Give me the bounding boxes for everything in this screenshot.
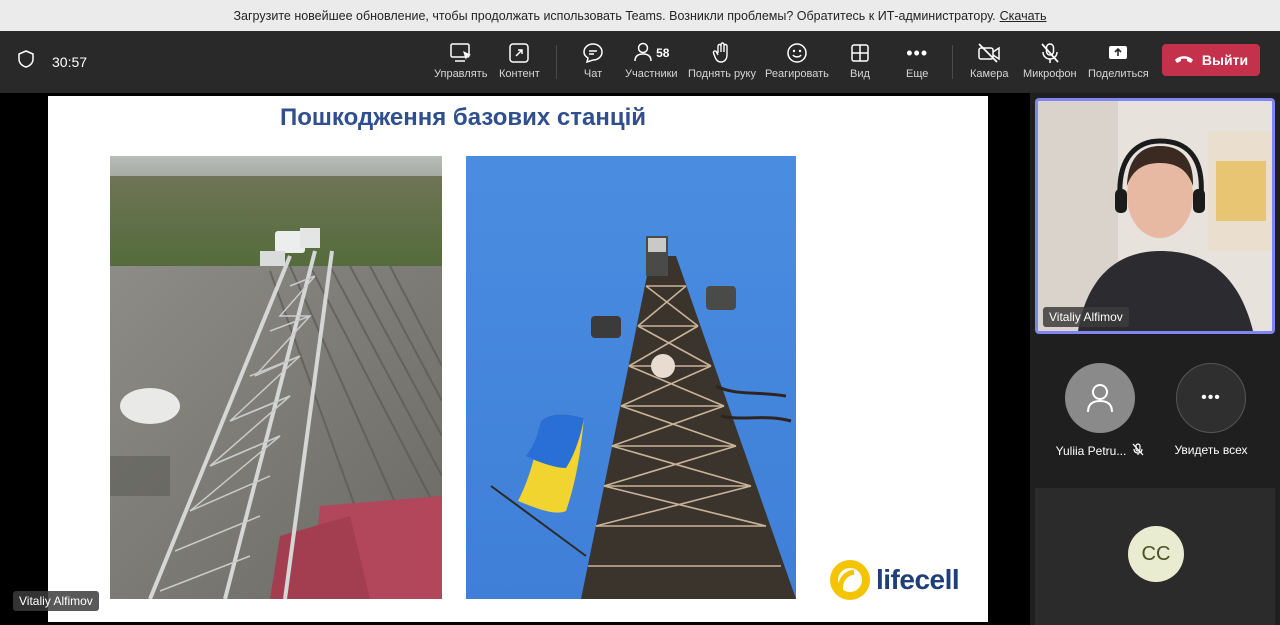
meeting-toolbar: 30:57 Управлять Контент Чат 58 Участники bbox=[0, 31, 1280, 93]
cc-avatar: CC bbox=[1128, 526, 1184, 582]
shield-icon[interactable] bbox=[18, 50, 34, 73]
monitor-pointer-icon bbox=[449, 41, 473, 65]
leave-label: Выйти bbox=[1201, 52, 1249, 68]
view-button[interactable]: Вид bbox=[850, 41, 870, 80]
update-banner: Загрузите новейшее обновление, чтобы про… bbox=[0, 0, 1280, 31]
lifecell-mark-icon bbox=[830, 560, 870, 600]
more-label: Еще bbox=[906, 68, 929, 80]
view-label: Вид bbox=[850, 68, 870, 80]
toolbar-divider bbox=[556, 45, 557, 79]
chat-label: Чат bbox=[583, 68, 603, 80]
share-content-icon bbox=[508, 41, 530, 65]
smiley-icon bbox=[786, 41, 808, 65]
download-link[interactable]: Скачать bbox=[1000, 9, 1047, 23]
presentation-slide: Пошкодження базових станцій lifecell bbox=[48, 96, 988, 622]
participants-button[interactable]: 58 Участники bbox=[625, 41, 678, 80]
participant-video-tile[interactable]: Vitaliy Alfimov bbox=[1035, 98, 1275, 334]
more-button[interactable]: ••• Еще bbox=[906, 41, 929, 81]
toolbar-divider-2 bbox=[952, 45, 953, 79]
content-button[interactable]: Контент bbox=[499, 41, 540, 80]
hang-up-icon bbox=[1174, 52, 1194, 68]
content-label: Контент bbox=[499, 68, 540, 80]
leave-button[interactable]: Выйти bbox=[1162, 44, 1260, 76]
see-all-button[interactable]: ••• Увидеть всех bbox=[1164, 363, 1258, 457]
grid-view-icon bbox=[850, 41, 870, 65]
shared-content-stage: Пошкодження базових станцій lifecell Vit… bbox=[0, 93, 1030, 625]
raise-hand-label: Поднять руку bbox=[688, 68, 756, 80]
raise-hand-button[interactable]: Поднять руку bbox=[688, 41, 756, 80]
react-button[interactable]: Реагировать bbox=[765, 41, 829, 80]
see-all-label: Увидеть всех bbox=[1174, 443, 1248, 457]
mic-off-icon bbox=[1040, 41, 1060, 65]
presenter-name-tag: Vitaliy Alfimov bbox=[13, 591, 99, 611]
lifecell-brand: lifecell bbox=[876, 564, 960, 595]
mic-button[interactable]: Микрофон bbox=[1023, 41, 1077, 80]
camera-label: Камера bbox=[970, 68, 1009, 80]
react-label: Реагировать bbox=[765, 68, 829, 80]
chat-button[interactable]: Чат bbox=[582, 41, 604, 80]
video-name-tag: Vitaliy Alfimov bbox=[1043, 307, 1129, 327]
tower-with-flag-photo bbox=[466, 156, 796, 599]
camera-button[interactable]: Камера bbox=[970, 41, 1008, 80]
participants-label: Участники bbox=[625, 68, 678, 80]
manage-label: Управлять bbox=[434, 68, 488, 80]
mic-muted-icon bbox=[1132, 443, 1144, 459]
ellipsis-icon: ••• bbox=[1201, 389, 1221, 406]
ellipsis-icon: ••• bbox=[906, 42, 929, 63]
slide-title: Пошкодження базових станцій bbox=[280, 104, 646, 131]
collapsed-tower-photo bbox=[110, 156, 442, 599]
participant-panel: Vitaliy Alfimov Yuliia Petru... ••• Увид… bbox=[1030, 93, 1280, 625]
manage-button[interactable]: Управлять bbox=[434, 41, 487, 80]
ellipsis-avatar: ••• bbox=[1176, 363, 1246, 433]
chat-icon bbox=[582, 41, 604, 65]
update-message: Загрузите новейшее обновление, чтобы про… bbox=[233, 8, 996, 23]
mic-label: Микрофон bbox=[1023, 68, 1077, 80]
hand-icon bbox=[712, 41, 732, 65]
participants-count: 58 bbox=[656, 46, 670, 60]
share-label: Поделиться bbox=[1088, 68, 1149, 80]
person-icon bbox=[1087, 384, 1113, 413]
participant-yuliia[interactable]: Yuliia Petru... bbox=[1053, 363, 1147, 459]
meeting-timer: 30:57 bbox=[52, 53, 88, 70]
participant-video bbox=[1038, 101, 1272, 331]
share-screen-icon bbox=[1107, 41, 1129, 65]
people-icon bbox=[633, 41, 653, 66]
share-button[interactable]: Поделиться bbox=[1088, 41, 1149, 80]
participant-name: Yuliia Petru... bbox=[1055, 444, 1127, 458]
camera-off-icon bbox=[977, 41, 1001, 65]
avatar bbox=[1065, 363, 1135, 433]
lifecell-logo: lifecell bbox=[828, 558, 960, 602]
participant-cc-tile[interactable]: CC bbox=[1035, 488, 1275, 625]
